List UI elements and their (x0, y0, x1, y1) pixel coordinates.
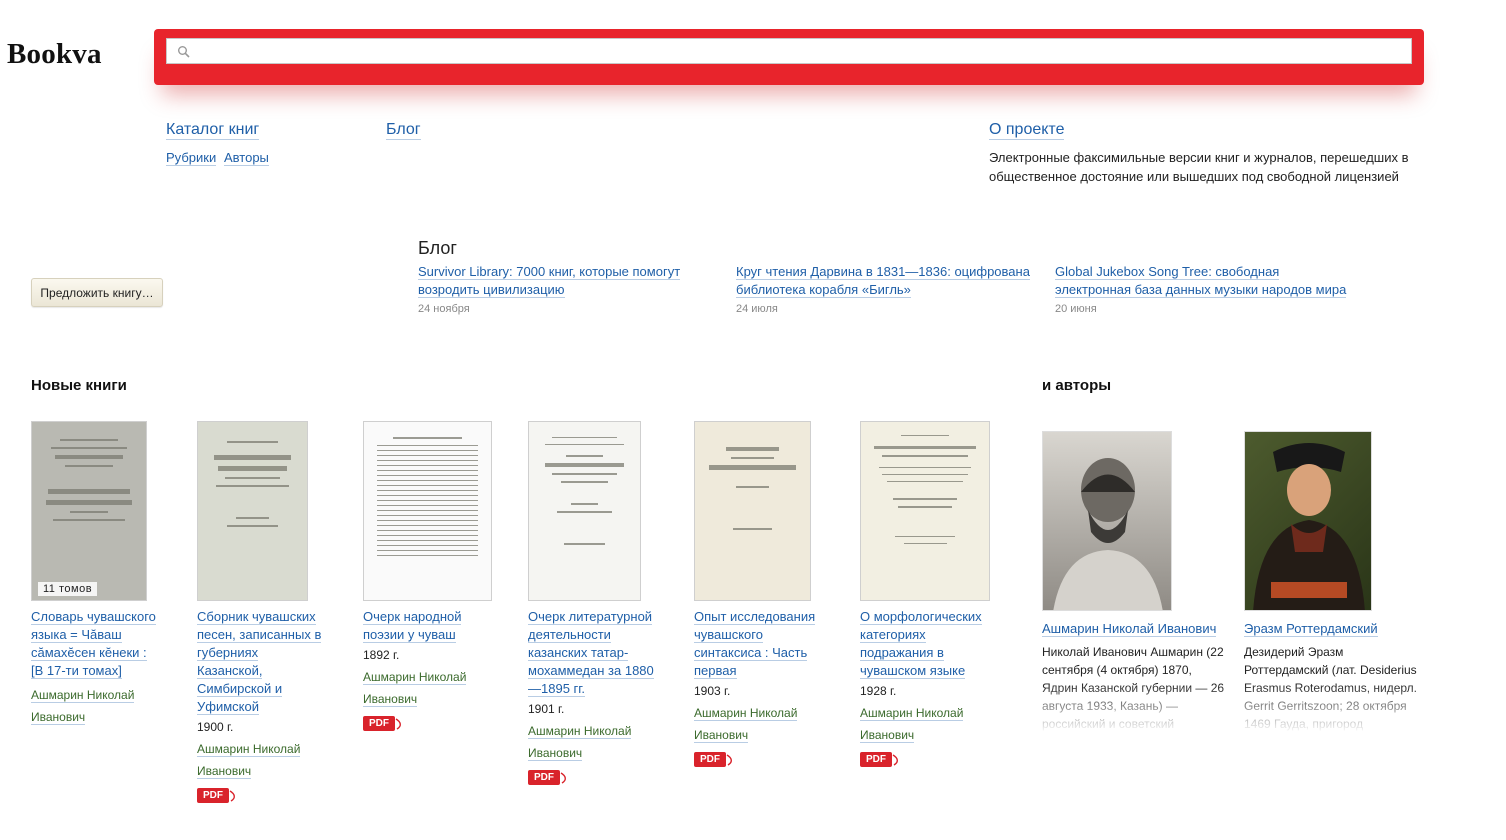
pdf-icon (229, 790, 235, 802)
book-title-link[interactable]: Словарь чувашского языка = Чăваш сăмахĕс… (31, 609, 156, 679)
search-icon (178, 46, 190, 58)
search-bar (154, 29, 1424, 85)
nav-catalog[interactable]: Каталог книг (166, 121, 260, 140)
search-input[interactable] (197, 41, 1397, 61)
pdf-label: PDF (528, 770, 560, 785)
blog-post: Global Jukebox Song Tree: свободная элек… (1055, 263, 1355, 315)
blog-post-date: 24 ноября (418, 303, 470, 315)
new-books-heading: Новые книги (31, 377, 127, 394)
pdf-download-button[interactable]: PDF (694, 752, 734, 768)
author-card: Эразм Роттердамский Дезидерий Эразм Ротт… (1244, 431, 1429, 733)
pdf-icon (726, 754, 732, 766)
book-card: Очерк литературной деятельности казански… (528, 421, 663, 789)
nav-rubrics[interactable]: Рубрики (166, 150, 217, 166)
blog-post-date: 20 июня (1055, 303, 1097, 315)
book-author-link[interactable]: Ашмарин Николай Иванович (363, 670, 467, 707)
pdf-label: PDF (363, 716, 395, 731)
pdf-label: PDF (860, 752, 892, 767)
blog-post: Круг чтения Дарвина в 1831—1836: оцифров… (736, 263, 1036, 315)
site-logo[interactable]: Bookva (7, 38, 102, 71)
pdf-icon (395, 718, 401, 730)
book-year: 1901 г. (528, 702, 565, 716)
about-description: Электронные факсимильные версии книг и ж… (989, 150, 1409, 184)
pdf-icon (892, 754, 898, 766)
author-name-link[interactable]: Ашмарин Николай Иванович (1042, 621, 1217, 637)
pdf-download-button[interactable]: PDF (860, 752, 900, 768)
blog-post-link[interactable]: Global Jukebox Song Tree: свободная элек… (1055, 264, 1347, 298)
author-bio: Дезидерий Эразм Роттердамский (лат. Desi… (1244, 645, 1417, 731)
book-author-link[interactable]: Ашмарин Николай Иванович (694, 706, 798, 743)
book-title-link[interactable]: Очерк литературной деятельности казански… (528, 609, 654, 697)
book-year: 1903 г. (694, 684, 731, 698)
book-author-link[interactable]: Ашмарин Николай Иванович (197, 742, 301, 779)
book-cover[interactable]: 11 томов (31, 421, 147, 601)
book-title-link[interactable]: Опыт исследования чувашского синтаксиса … (694, 609, 816, 679)
nav-about[interactable]: О проекте (989, 121, 1065, 140)
book-card: 11 томов Словарь чувашского языка = Чăва… (31, 421, 159, 728)
blog-post: Survivor Library: 7000 книг, которые пом… (418, 263, 718, 315)
book-year: 1928 г. (860, 684, 897, 698)
book-cover[interactable] (363, 421, 492, 601)
pdf-icon (560, 772, 566, 784)
pdf-download-button[interactable]: PDF (528, 770, 568, 786)
book-card: Очерк народной поэзии у чуваш 1892 г. Аш… (363, 421, 498, 735)
pdf-download-button[interactable]: PDF (197, 788, 237, 804)
author-name-link[interactable]: Эразм Роттердамский (1244, 621, 1378, 637)
volumes-badge: 11 томов (38, 582, 98, 596)
book-title-link[interactable]: О морфологических категориях подражания … (860, 609, 982, 679)
book-title-link[interactable]: Сборник чувашских песен, записанных в гу… (197, 609, 322, 715)
book-author-link[interactable]: Ашмарин Николай Иванович (528, 724, 632, 761)
nav-blog[interactable]: Блог (386, 121, 421, 140)
author-card: Ашмарин Николай Иванович Николай Иванови… (1042, 431, 1227, 733)
author-bio: Николай Иванович Ашмарин (22 сентября (4… (1042, 645, 1225, 731)
author-portrait[interactable] (1244, 431, 1372, 611)
blog-heading: Блог (418, 238, 457, 258)
pdf-download-button[interactable]: PDF (363, 716, 403, 732)
book-cover[interactable] (694, 421, 811, 601)
author-portrait[interactable] (1042, 431, 1172, 611)
book-cover[interactable] (197, 421, 308, 601)
book-card: О морфологических категориях подражания … (860, 421, 1000, 771)
book-cover[interactable] (860, 421, 990, 601)
pdf-label: PDF (197, 788, 229, 803)
book-author-link[interactable]: Ашмарин Николай Иванович (31, 688, 135, 725)
authors-heading: и авторы (1042, 377, 1112, 394)
book-year: 1900 г. (197, 720, 234, 734)
book-year: 1892 г. (363, 648, 400, 662)
blog-post-date: 24 июля (736, 303, 778, 315)
nav-authors[interactable]: Авторы (224, 150, 269, 166)
book-cover[interactable] (528, 421, 641, 601)
book-author-link[interactable]: Ашмарин Николай Иванович (860, 706, 964, 743)
book-card: Сборник чувашских песен, записанных в гу… (197, 421, 325, 807)
blog-post-link[interactable]: Survivor Library: 7000 книг, которые пом… (418, 264, 681, 298)
book-title-link[interactable]: Очерк народной поэзии у чуваш (363, 609, 462, 643)
book-card: Опыт исследования чувашского синтаксиса … (694, 421, 829, 771)
blog-post-link[interactable]: Круг чтения Дарвина в 1831—1836: оцифров… (736, 264, 1030, 298)
search-box[interactable] (166, 38, 1412, 64)
suggest-book-button[interactable]: Предложить книгу… (31, 278, 163, 307)
pdf-label: PDF (694, 752, 726, 767)
